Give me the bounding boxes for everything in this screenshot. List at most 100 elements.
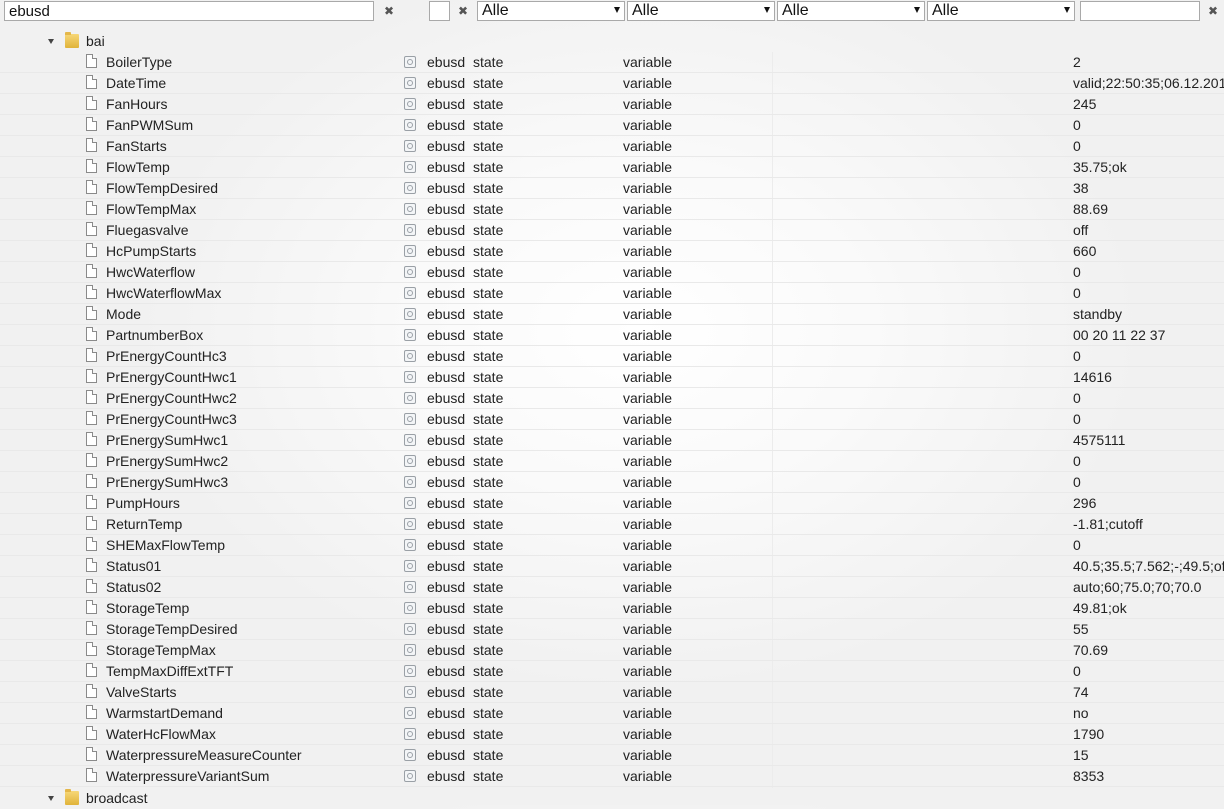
settings-icon[interactable] [404,728,416,740]
table-row[interactable]: PrEnergyCountHwc1 ebusd state variable 14616 [0,367,1224,388]
table-row[interactable]: FlowTemp ebusd state variable 35.75;ok [0,157,1224,178]
settings-icon[interactable] [404,455,416,467]
file-icon [86,432,97,446]
table-row[interactable]: PumpHours ebusd state variable 296 [0,493,1224,514]
table-row[interactable]: PrEnergySumHwc3 ebusd state variable 0 [0,472,1224,493]
settings-icon[interactable] [404,749,416,761]
settings-icon[interactable] [404,560,416,572]
settings-icon[interactable] [404,371,416,383]
value-filter-input[interactable] [1080,1,1200,21]
object-adapter: ebusd [427,180,465,196]
object-name: FlowTempDesired [106,180,219,196]
table-row[interactable]: FanHours ebusd state variable 245 [0,94,1224,115]
object-role: variable [623,516,673,532]
object-type: state [473,96,504,112]
table-row[interactable]: WarmstartDemand ebusd state variable no [0,703,1224,724]
clear-value-filter-icon[interactable]: ✖ [1205,1,1221,21]
name-filter-input[interactable] [4,1,374,21]
table-row[interactable]: PrEnergyCountHwc3 ebusd state variable 0 [0,409,1224,430]
table-row[interactable]: PrEnergySumHwc2 ebusd state variable 0 [0,451,1224,472]
table-row[interactable]: Status02 ebusd state variable auto;60;75.0;7… [0,577,1224,598]
table-row[interactable]: PrEnergyCountHwc2 ebusd state variable 0 [0,388,1224,409]
settings-icon[interactable] [404,329,416,341]
expand-triangle-icon[interactable] [48,39,54,44]
table-row[interactable]: PrEnergyCountHc3 ebusd state variable 0 [0,346,1224,367]
settings-icon[interactable] [404,140,416,152]
settings-icon[interactable] [404,707,416,719]
settings-icon[interactable] [404,77,416,89]
table-row[interactable]: TempMaxDiffExtTFT ebusd state variable 0 [0,661,1224,682]
table-row[interactable]: ValveStarts ebusd state variable 74 [0,682,1224,703]
settings-icon[interactable] [404,350,416,362]
function-filter-select[interactable]: Alle [927,1,1075,21]
object-role: variable [623,243,673,259]
settings-icon[interactable] [404,665,416,677]
settings-icon[interactable] [404,119,416,131]
table-row[interactable]: StorageTempDesired ebusd state variable 55 [0,619,1224,640]
settings-icon[interactable] [404,770,416,782]
table-row[interactable]: StorageTemp ebusd state variable 49.81;ok [0,598,1224,619]
table-row[interactable]: DateTime ebusd state variable valid;22:50:35… [0,73,1224,94]
settings-icon[interactable] [404,602,416,614]
object-name: WarmstartDemand [106,705,223,721]
table-row[interactable]: Mode ebusd state variable standby [0,304,1224,325]
table-row[interactable]: FlowTempMax ebusd state variable 88.69 [0,199,1224,220]
table-row[interactable]: HcPumpStarts ebusd state variable 660 [0,241,1224,262]
table-row[interactable]: PrEnergySumHwc1 ebusd state variable 4575111 [0,430,1224,451]
settings-icon[interactable] [404,392,416,404]
settings-icon[interactable] [404,434,416,446]
table-row[interactable]: Fluegasvalve ebusd state variable off [0,220,1224,241]
tree-folder-bai[interactable]: bai [0,31,1224,52]
tree-folder-broadcast[interactable]: broadcast [0,788,1224,809]
id-filter-input[interactable] [429,1,450,21]
role-filter-select[interactable]: Alle [627,1,775,21]
settings-icon[interactable] [404,308,416,320]
table-row[interactable]: ReturnTemp ebusd state variable -1.81;cutoff [0,514,1224,535]
table-row[interactable]: HwcWaterflow ebusd state variable 0 [0,262,1224,283]
object-type: state [473,579,504,595]
settings-icon[interactable] [404,161,416,173]
object-name: HwcWaterflow [106,264,195,280]
file-icon [86,222,97,236]
table-row[interactable]: HwcWaterflowMax ebusd state variable 0 [0,283,1224,304]
settings-icon[interactable] [404,497,416,509]
table-row[interactable]: BoilerType ebusd state variable 2 [0,52,1224,73]
object-role: variable [623,348,673,364]
settings-icon[interactable] [404,56,416,68]
settings-icon[interactable] [404,98,416,110]
table-row[interactable]: StorageTempMax ebusd state variable 70.69 [0,640,1224,661]
object-adapter: ebusd [427,75,465,91]
file-icon [86,96,97,110]
settings-icon[interactable] [404,686,416,698]
table-row[interactable]: WaterHcFlowMax ebusd state variable 1790 [0,724,1224,745]
table-row[interactable]: FlowTempDesired ebusd state variable 38 [0,178,1224,199]
settings-icon[interactable] [404,581,416,593]
table-row[interactable]: FanPWMSum ebusd state variable 0 [0,115,1224,136]
clear-name-filter-icon[interactable]: ✖ [381,1,397,21]
settings-icon[interactable] [404,539,416,551]
table-row[interactable]: PartnumberBox ebusd state variable 00 20 11 … [0,325,1224,346]
settings-icon[interactable] [404,224,416,236]
settings-icon[interactable] [404,287,416,299]
table-row[interactable]: WaterpressureMeasureCounter ebusd state var… [0,745,1224,766]
settings-icon[interactable] [404,644,416,656]
settings-icon[interactable] [404,623,416,635]
file-icon [86,159,97,173]
object-role: variable [623,327,673,343]
settings-icon[interactable] [404,476,416,488]
settings-icon[interactable] [404,245,416,257]
table-row[interactable]: WaterpressureVariantSum ebusd state variabl… [0,766,1224,787]
clear-id-filter-icon[interactable]: ✖ [455,1,471,21]
table-row[interactable]: SHEMaxFlowTemp ebusd state variable 0 [0,535,1224,556]
room-filter-select[interactable]: Alle [777,1,925,21]
settings-icon[interactable] [404,203,416,215]
object-value: valid;22:50:35;06.12.2017 [1073,75,1224,91]
table-row[interactable]: Status01 ebusd state variable 40.5;35.5;7.56… [0,556,1224,577]
expand-triangle-icon[interactable] [48,796,54,801]
settings-icon[interactable] [404,413,416,425]
type-filter-select[interactable]: Alle [477,1,625,21]
table-row[interactable]: FanStarts ebusd state variable 0 [0,136,1224,157]
settings-icon[interactable] [404,518,416,530]
settings-icon[interactable] [404,182,416,194]
settings-icon[interactable] [404,266,416,278]
